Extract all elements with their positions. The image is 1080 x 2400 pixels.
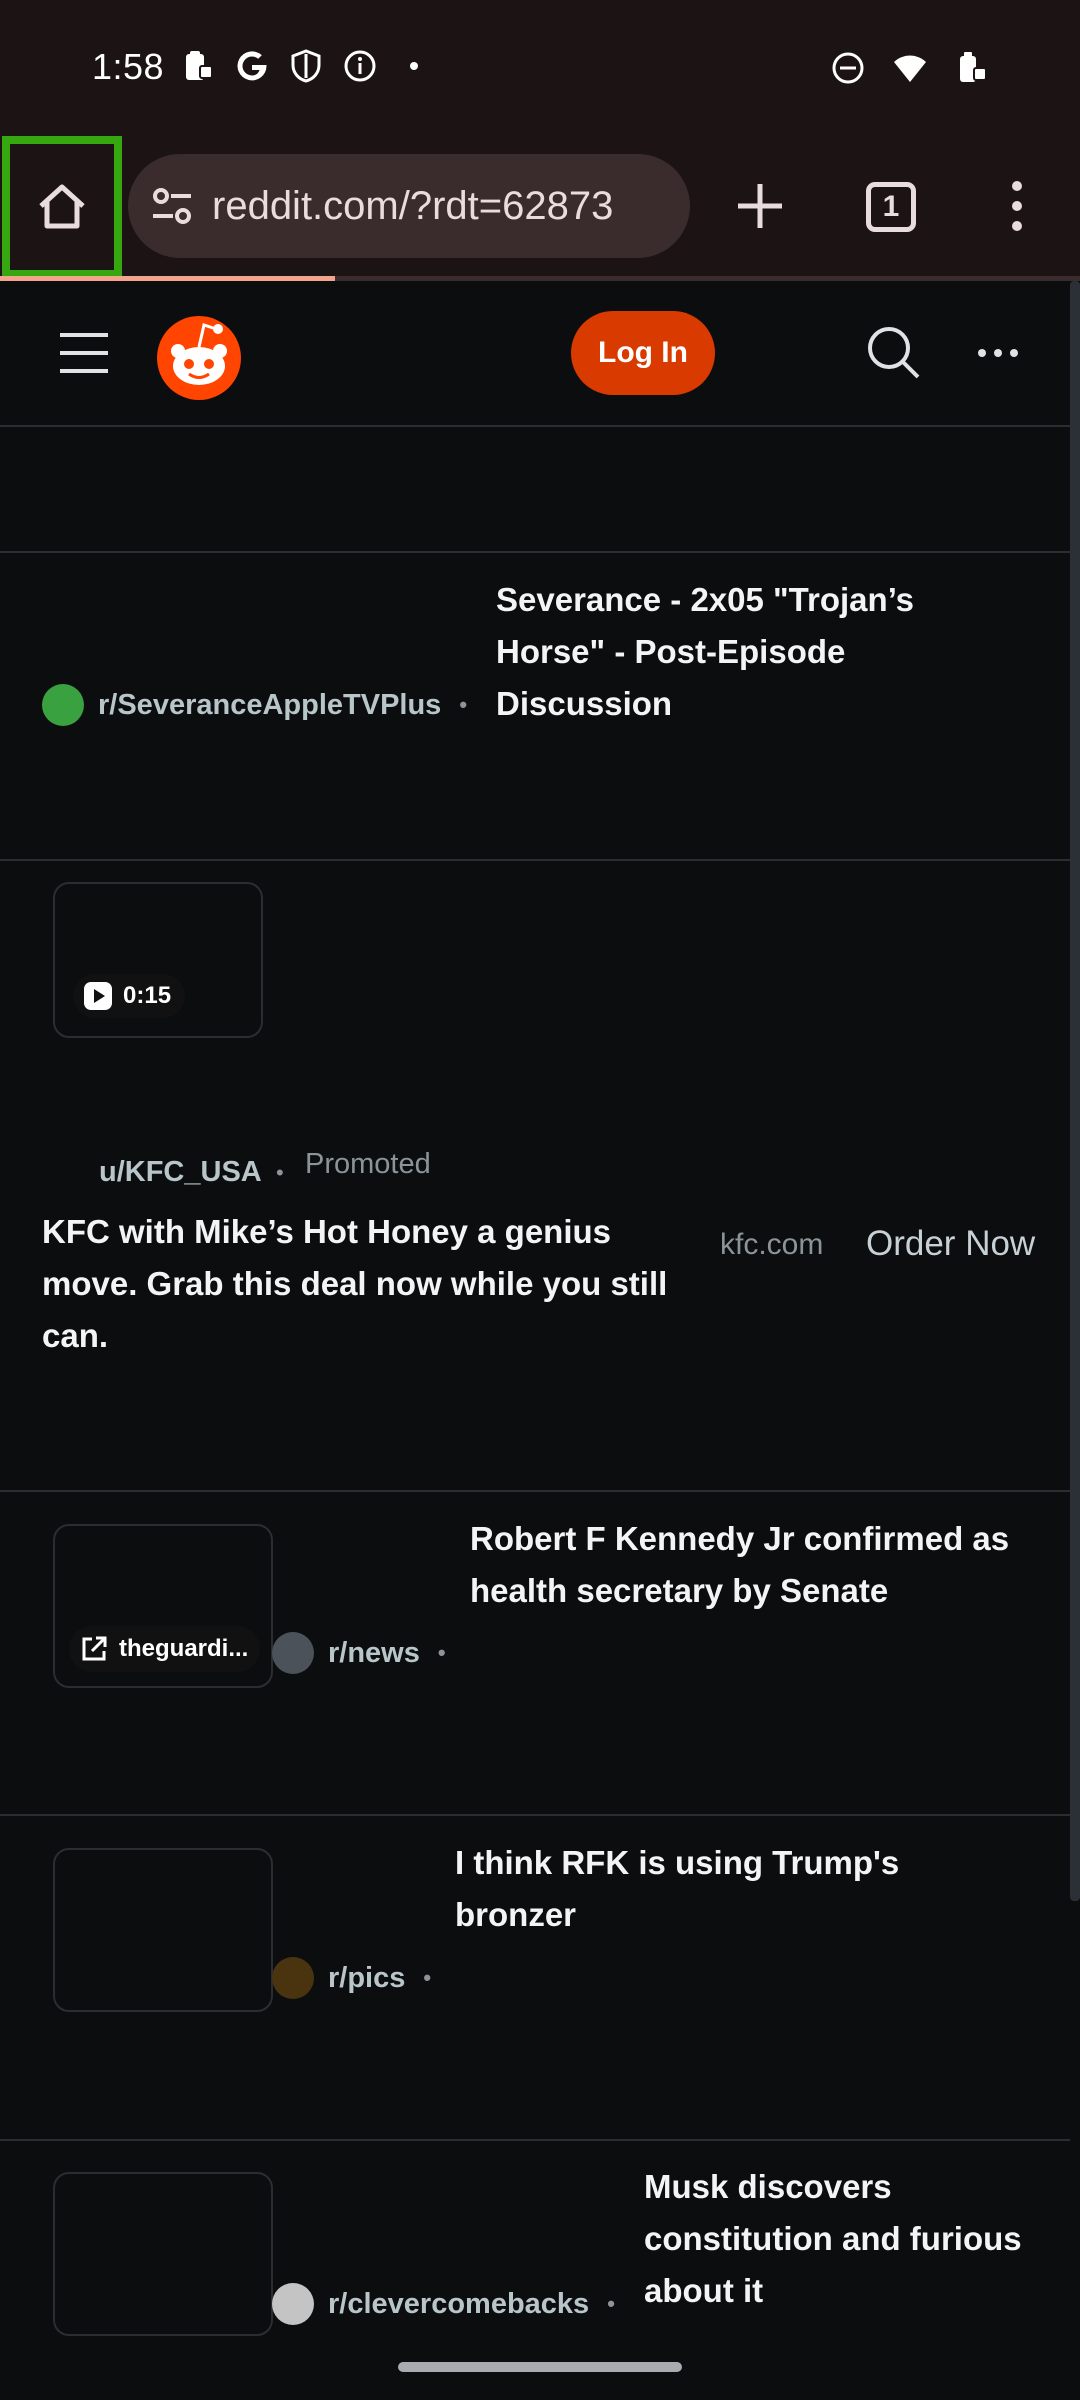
external-link-icon xyxy=(82,1636,107,1661)
home-button[interactable] xyxy=(2,136,122,278)
post-subreddit[interactable]: r/pics • xyxy=(272,1957,431,1999)
home-icon xyxy=(39,184,85,229)
promoted-post-title[interactable]: KFC with Mike’s Hot Honey a genius move.… xyxy=(42,1206,667,1362)
post-title-line: I think RFK is using Trump's xyxy=(455,1844,900,1881)
separator-dot: • xyxy=(607,2291,615,2316)
image-thumbnail[interactable] xyxy=(53,1848,273,2012)
post-title-line: Robert F Kennedy Jr confirmed as xyxy=(470,1520,1010,1557)
status-bar: 1:58 xyxy=(0,0,1080,136)
order-now-button[interactable]: Order Now xyxy=(866,1224,1035,1264)
post-title-line: about it xyxy=(644,2272,764,2309)
post-title[interactable]: Musk discovers constitution and furious … xyxy=(644,2161,1022,2317)
info-icon xyxy=(344,50,376,82)
video-thumbnail[interactable]: 0:15 xyxy=(53,882,263,1038)
new-tab-icon[interactable] xyxy=(730,176,790,236)
link-domain: theguardi... xyxy=(119,1635,249,1662)
link-domain-badge: theguardi... xyxy=(69,1626,261,1672)
post-title[interactable]: I think RFK is using Trump's bronzer xyxy=(455,1837,899,1941)
post-title-line: move. Grab this deal now while you still xyxy=(42,1265,668,1302)
subreddit-name[interactable]: r/SeveranceAppleTVPlus xyxy=(98,689,441,722)
dot-icon xyxy=(410,62,418,70)
tab-switcher-button[interactable]: 1 xyxy=(866,182,916,232)
page-scrollbar[interactable] xyxy=(1070,281,1080,1901)
reddit-logo-icon[interactable] xyxy=(154,311,244,401)
image-thumbnail[interactable] xyxy=(53,2172,273,2336)
wifi-icon xyxy=(894,55,926,82)
subreddit-name[interactable]: r/pics xyxy=(328,1962,405,1995)
divider xyxy=(0,1814,1070,1816)
post-title-line: constitution and furious xyxy=(644,2220,1022,2257)
search-icon[interactable] xyxy=(864,323,924,383)
subreddit-avatar xyxy=(272,1957,314,1999)
post-title-line: Musk discovers xyxy=(644,2168,892,2205)
divider xyxy=(0,859,1070,861)
separator-dot: • xyxy=(276,1160,284,1185)
post-title[interactable]: Severance - 2x05 "Trojan’s Horse" - Post… xyxy=(496,574,914,730)
site-settings-icon[interactable] xyxy=(146,180,198,232)
post-title[interactable]: Robert F Kennedy Jr confirmed as health … xyxy=(470,1513,1009,1617)
subreddit-avatar xyxy=(272,1632,314,1674)
more-options-icon[interactable] xyxy=(976,343,1020,363)
ad-domain[interactable]: kfc.com xyxy=(720,1228,823,1262)
video-duration-badge: 0:15 xyxy=(73,974,186,1018)
browser-toolbar: reddit.com/?rdt=62873 1 xyxy=(0,136,1080,278)
subreddit-avatar xyxy=(272,2283,314,2325)
log-in-button[interactable]: Log In xyxy=(571,311,715,395)
status-time: 1:58 xyxy=(92,46,165,87)
do-not-disturb-icon xyxy=(832,52,864,84)
battery-icon xyxy=(960,52,987,82)
post-subreddit[interactable]: r/clevercomebacks • xyxy=(272,2283,615,2325)
status-notification-icons xyxy=(180,48,432,84)
play-icon xyxy=(84,982,112,1010)
url-text[interactable]: reddit.com/?rdt=62873 xyxy=(212,184,613,229)
post-title-line: KFC with Mike’s Hot Honey a genius xyxy=(42,1213,612,1250)
subreddit-name[interactable]: r/news xyxy=(328,1637,420,1670)
url-bar[interactable]: reddit.com/?rdt=62873 xyxy=(128,154,690,258)
divider xyxy=(0,2139,1070,2141)
shield-icon xyxy=(291,49,321,83)
post-title-line: health secretary by Senate xyxy=(470,1572,889,1609)
gesture-navigation-bar[interactable] xyxy=(398,2362,682,2372)
separator-dot: • xyxy=(423,1965,432,1990)
reddit-header: Log In xyxy=(0,281,1080,427)
google-icon xyxy=(237,51,267,81)
promoted-user[interactable]: u/KFC_USA xyxy=(99,1156,262,1189)
divider xyxy=(0,1490,1070,1492)
post-title-line: Severance - 2x05 "Trojan’s xyxy=(496,581,914,618)
post-title-line: Discussion xyxy=(496,685,673,722)
video-duration: 0:15 xyxy=(123,982,172,1009)
divider xyxy=(0,551,1070,553)
post-title-line: can. xyxy=(42,1317,109,1354)
link-thumbnail[interactable]: theguardi... xyxy=(53,1524,273,1688)
separator-dot: • xyxy=(437,1640,446,1665)
browser-menu-icon[interactable] xyxy=(1002,176,1032,236)
post-title-line: Horse" - Post-Episode xyxy=(496,633,846,670)
clipboard-lock-icon xyxy=(186,51,213,80)
post-subreddit[interactable]: r/news • xyxy=(272,1632,446,1674)
post-title-line: bronzer xyxy=(455,1896,577,1933)
separator-dot: • xyxy=(459,692,468,717)
subreddit-avatar xyxy=(42,684,84,726)
hamburger-menu-icon[interactable] xyxy=(58,331,110,375)
status-system-icons xyxy=(830,50,990,86)
promoted-label: Promoted xyxy=(305,1148,431,1180)
subreddit-name[interactable]: r/clevercomebacks xyxy=(328,2288,589,2321)
post-subreddit[interactable]: r/SeveranceAppleTVPlus • xyxy=(42,684,467,726)
